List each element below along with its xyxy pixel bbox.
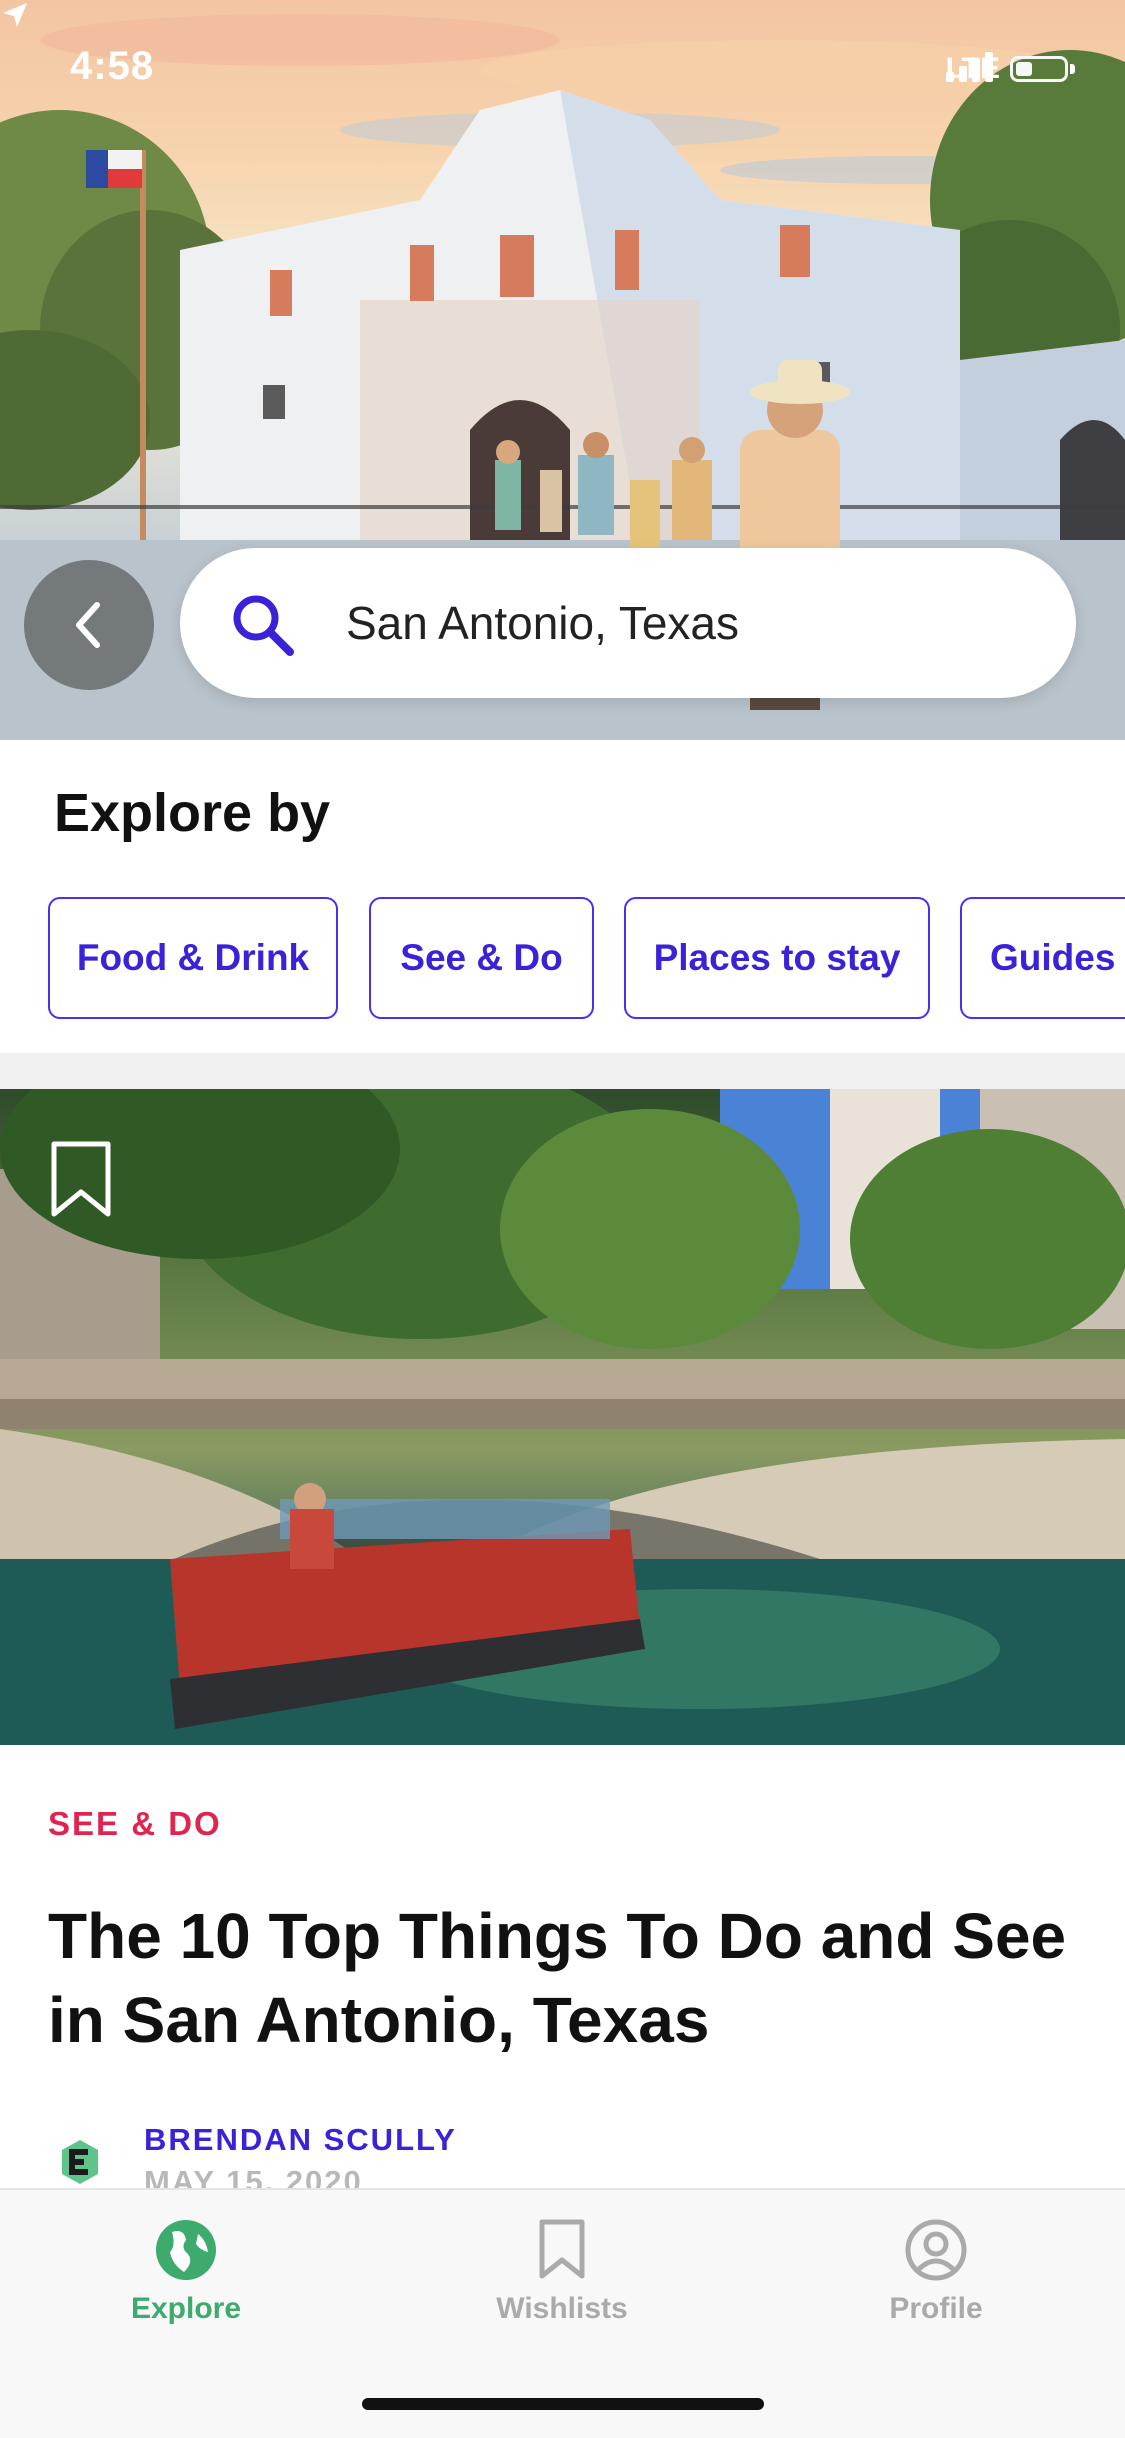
- riverwalk-photo: [0, 1089, 1125, 1745]
- explore-by-heading: Explore by: [54, 783, 331, 843]
- status-time: 4:58: [70, 44, 155, 88]
- tab-explore[interactable]: Explore: [76, 2218, 296, 2326]
- section-divider: [0, 1053, 1125, 1089]
- battery-icon: [1010, 56, 1068, 82]
- back-button[interactable]: [24, 560, 154, 690]
- article-date: MAY 15, 2020: [144, 2164, 363, 2188]
- chip-label: Food & Drink: [76, 937, 310, 978]
- status-bar: 4:58 LTE: [0, 0, 1125, 140]
- article-category[interactable]: SEE & DO: [48, 1805, 222, 1843]
- profile-icon: [905, 2219, 967, 2281]
- bookmark-icon[interactable]: [48, 1140, 114, 1220]
- chip-guides[interactable]: Guides & Tips: [960, 897, 1125, 1019]
- explore-chips: Food & Drink See & Do Places to stay Gui…: [48, 897, 1125, 1023]
- location-arrow-icon: [3, 3, 27, 27]
- tab-wishlists[interactable]: Wishlists: [452, 2218, 672, 2326]
- chip-label: Guides & Tips: [990, 937, 1125, 978]
- chip-see-do[interactable]: See & Do: [369, 897, 594, 1019]
- chip-food-drink[interactable]: Food & Drink: [48, 897, 338, 1019]
- tab-label: Profile: [889, 2292, 983, 2325]
- search-input[interactable]: San Antonio, Texas: [346, 596, 739, 650]
- status-indicators: LTE: [945, 52, 1075, 86]
- author-avatar-icon: [62, 2140, 98, 2184]
- author-name[interactable]: BRENDAN SCULLY: [144, 2122, 457, 2158]
- home-indicator[interactable]: [362, 2398, 764, 2410]
- article-headline[interactable]: The 10 Top Things To Do and See in San A…: [48, 1894, 1068, 2062]
- search-icon: [233, 595, 294, 656]
- chip-label: Places to stay: [653, 937, 901, 978]
- article-image[interactable]: [0, 1089, 1125, 1745]
- search-bar[interactable]: San Antonio, Texas: [180, 548, 1076, 698]
- bookmark-icon: [539, 2219, 585, 2279]
- battery-tip: [1070, 64, 1075, 74]
- globe-icon: [156, 2220, 216, 2280]
- tab-profile[interactable]: Profile: [826, 2218, 1046, 2326]
- chip-places-to-stay[interactable]: Places to stay: [624, 897, 930, 1019]
- tab-label: Wishlists: [496, 2292, 628, 2325]
- tab-label: Explore: [130, 2292, 242, 2325]
- chip-label: See & Do: [400, 937, 563, 978]
- signal-bars-icon: [945, 52, 993, 82]
- chevron-left-icon: [76, 602, 100, 648]
